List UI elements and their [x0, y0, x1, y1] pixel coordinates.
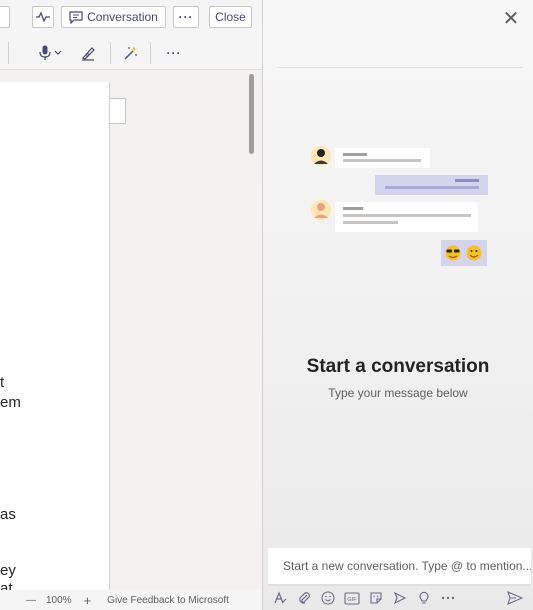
magic-wand-icon — [124, 46, 137, 60]
separator — [110, 42, 111, 64]
document-pane: Conversation ··· Close ··· t em as ey at… — [0, 0, 262, 610]
conversation-panel: ✕ Start a conversation Type your message… — [263, 0, 533, 610]
status-bar: — 100% + Give Feedback to Microsoft — [0, 590, 262, 610]
compose-toolbar: GIF — [268, 586, 531, 610]
top-toolbar: Conversation ··· Close — [0, 0, 262, 34]
zoom-level[interactable]: 100% — [46, 595, 72, 606]
attach-button[interactable] — [292, 587, 316, 609]
document-page[interactable]: t em as ey at — [0, 82, 110, 590]
message-bubble — [375, 175, 488, 195]
conversation-label: Conversation — [87, 10, 158, 24]
designer-button[interactable] — [118, 41, 142, 65]
toolbar-button-partial[interactable] — [0, 6, 10, 28]
lightbulb-icon — [419, 591, 429, 604]
paperclip-icon — [299, 592, 310, 604]
sticker-icon — [370, 592, 382, 604]
send-icon — [507, 591, 523, 605]
dictate-button[interactable] — [30, 41, 70, 65]
gif-icon: GIF — [344, 591, 360, 605]
text-fragment: em — [0, 394, 21, 411]
meet-now-button[interactable] — [388, 587, 412, 609]
compose-message-input[interactable]: Start a new conversation. Type @ to ment… — [268, 548, 531, 586]
close-button[interactable]: Close — [209, 6, 252, 28]
empty-state-subtitle: Type your message below — [328, 386, 468, 400]
gif-button[interactable]: GIF — [340, 587, 364, 609]
activity-button[interactable] — [32, 6, 54, 28]
feedback-link[interactable]: Give Feedback to Microsoft — [107, 595, 229, 606]
chevron-down-icon — [54, 50, 61, 55]
emoji-icon — [321, 591, 335, 605]
close-label: Close — [215, 10, 246, 24]
more-options-button[interactable]: ··· — [173, 6, 199, 28]
send-button[interactable] — [503, 587, 527, 609]
message-bubble — [335, 148, 430, 168]
avatar-icon — [311, 200, 331, 220]
comment-marker[interactable] — [110, 98, 126, 124]
format-button[interactable] — [268, 587, 292, 609]
emoji-button[interactable] — [316, 587, 340, 609]
separator — [8, 42, 9, 64]
more-ribbon-button[interactable]: ··· — [160, 41, 188, 65]
panel-close-icon[interactable]: ✕ — [499, 6, 523, 30]
document-area: t em as ey at — [0, 70, 262, 590]
empty-state-title: Start a conversation — [306, 356, 490, 377]
microphone-icon — [38, 45, 51, 60]
editor-button[interactable] — [76, 41, 100, 65]
zoom-in-button[interactable]: + — [84, 593, 92, 608]
compose-placeholder: Start a new conversation. Type @ to ment… — [283, 559, 531, 573]
conversation-button[interactable]: Conversation — [61, 6, 166, 28]
text-fragment: at — [0, 580, 13, 590]
separator — [150, 42, 151, 64]
smile-emoji-icon — [466, 245, 482, 261]
text-fragment: t — [0, 374, 5, 391]
more-ribbon-label: ··· — [166, 46, 182, 60]
sticker-button[interactable] — [364, 587, 388, 609]
svg-text:GIF: GIF — [347, 597, 357, 603]
close-icon: ✕ — [502, 7, 520, 30]
zoom-out-button[interactable]: — — [26, 595, 36, 606]
more-icon — [441, 596, 455, 600]
scrollbar-thumb[interactable] — [249, 74, 254, 154]
send-arrow-outline-icon — [393, 591, 407, 605]
editor-pen-icon — [82, 47, 95, 61]
chat-icon — [69, 10, 83, 24]
ribbon-toolbar: ··· — [0, 34, 262, 93]
sunglasses-emoji-icon — [445, 245, 461, 261]
more-label: ··· — [178, 10, 194, 24]
format-icon — [274, 591, 287, 604]
divider — [278, 67, 523, 68]
text-fragment: as — [0, 506, 16, 523]
more-compose-options-button[interactable] — [436, 587, 460, 609]
text-fragment: ey — [0, 562, 16, 579]
praise-button[interactable] — [412, 587, 436, 609]
avatar-icon — [311, 146, 331, 166]
conversation-illustration — [311, 146, 488, 266]
activity-icon — [36, 12, 50, 22]
